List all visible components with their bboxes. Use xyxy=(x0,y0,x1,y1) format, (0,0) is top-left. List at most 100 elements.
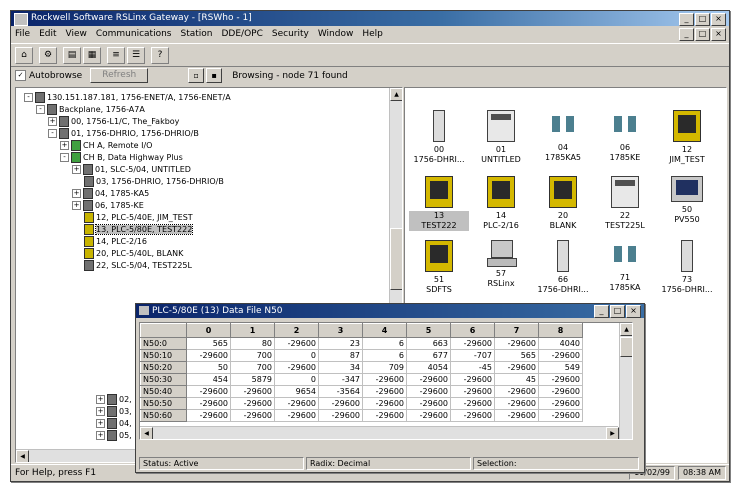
tree-node-chb[interactable]: - CH B, Data Highway Plus xyxy=(60,152,183,163)
scroll-left-icon[interactable]: ◀ xyxy=(140,427,153,439)
data-cell[interactable]: 80 xyxy=(230,337,275,350)
data-cell[interactable]: 663 xyxy=(406,337,451,350)
data-cell[interactable]: 9654 xyxy=(274,385,319,398)
device-22[interactable]: 22 TEST225L xyxy=(595,176,655,231)
tree-node-cha[interactable]: + CH A, Remote I/O xyxy=(60,140,152,151)
device-13[interactable]: 13 TEST222 xyxy=(409,176,469,231)
data-cell[interactable]: -29600 xyxy=(494,397,539,410)
data-cell[interactable]: -707 xyxy=(450,349,495,362)
data-cell[interactable]: -29600 xyxy=(494,361,539,374)
tree-node-22[interactable]: 22, SLC-5/04, TEST225L xyxy=(84,260,192,271)
minimize-button[interactable]: _ xyxy=(679,13,694,26)
tree-node-enet[interactable]: -130.151.187.181, 1756-ENET/A, 1756-ENET… xyxy=(24,92,231,103)
device-01[interactable]: 01 UNTITLED xyxy=(471,110,531,165)
menu-help[interactable]: Help xyxy=(362,29,383,39)
data-file-title-bar[interactable]: PLC-5/80E (13) Data File N50 _ □ × xyxy=(136,304,644,318)
tree-node-slc-01[interactable]: +01, SLC-5/04, UNTITLED xyxy=(72,164,191,175)
tree-node-dhrio[interactable]: -01, 1756-DHRIO, 1756-DHRIO/B xyxy=(48,128,199,139)
menu-security[interactable]: Security xyxy=(272,29,309,39)
data-monitor-icon[interactable]: ▦ xyxy=(83,46,101,64)
data-cell[interactable]: 700 xyxy=(230,361,275,374)
device-06[interactable]: 06 1785KE xyxy=(595,110,655,163)
data-cell[interactable]: -29600 xyxy=(538,397,583,410)
configure-drivers-icon[interactable]: ⚙ xyxy=(39,46,57,64)
tree-node-l1[interactable]: +00, 1756-L1/C, The_Fakboy xyxy=(48,116,179,127)
maximize-button[interactable]: □ xyxy=(695,13,710,26)
menu-view[interactable]: View xyxy=(66,29,87,39)
check-icon[interactable]: ✓ xyxy=(15,70,26,81)
device-71[interactable]: 71 1785KA xyxy=(595,240,655,293)
device-00[interactable]: 00 1756-DHRI... xyxy=(409,110,469,165)
data-cell[interactable]: -29600 xyxy=(450,337,495,350)
data-cell[interactable]: -347 xyxy=(318,373,363,386)
refresh-button[interactable]: Refresh xyxy=(90,68,149,83)
title-bar[interactable]: Rockwell Software RSLinx Gateway - [RSWh… xyxy=(11,11,729,26)
data-cell[interactable]: -29600 xyxy=(538,373,583,386)
data-cell[interactable]: 87 xyxy=(318,349,363,362)
data-cell[interactable]: 677 xyxy=(406,349,451,362)
data-cell[interactable]: -45 xyxy=(450,361,495,374)
data-cell[interactable]: 23 xyxy=(318,337,363,350)
scroll-up-icon[interactable]: ▲ xyxy=(620,323,632,336)
data-cell[interactable]: -29600 xyxy=(274,361,319,374)
data-file-radix[interactable]: Radix: Decimal xyxy=(306,457,471,470)
data-cell[interactable]: 34 xyxy=(318,361,363,374)
app-icon[interactable] xyxy=(14,13,28,26)
mdi-restore-button[interactable]: □ xyxy=(695,28,710,41)
data-cell[interactable]: 565 xyxy=(494,349,539,362)
data-cell[interactable]: -29600 xyxy=(494,409,539,422)
tree-node-12[interactable]: 12, PLC-5/40E, JIM_TEST xyxy=(84,212,193,223)
grid-vertical-scrollbar[interactable]: ▲ xyxy=(619,323,632,439)
device-50[interactable]: 50 PV550 xyxy=(657,176,717,225)
data-cell[interactable]: -29600 xyxy=(406,373,451,386)
device-57[interactable]: 57 RSLinx xyxy=(471,240,531,289)
data-grid[interactable]: 012345678 N50:0 565 80 -29600 23 6 663 -29600 -2… xyxy=(139,322,633,440)
grid-scroll-thumb[interactable] xyxy=(620,337,632,357)
help-icon[interactable]: ? xyxy=(151,46,169,64)
menu-edit[interactable]: Edit xyxy=(39,29,56,39)
data-cell[interactable]: -29600 xyxy=(186,349,231,362)
data-cell[interactable]: -29600 xyxy=(406,385,451,398)
tree-node-backplane[interactable]: - Backplane, 1756-A7A xyxy=(36,104,145,115)
data-cell[interactable]: 700 xyxy=(230,349,275,362)
tree-node-extra-05[interactable]: +05, xyxy=(96,430,132,441)
menu-window[interactable]: Window xyxy=(318,29,354,39)
tree-node-06[interactable]: +06, 1785-KE xyxy=(72,200,144,211)
tree-node-extra-04[interactable]: +04, xyxy=(96,418,132,429)
tree-node-03[interactable]: 03, 1756-DHRIO, 1756-DHRIO/B xyxy=(84,176,224,187)
data-cell[interactable]: -29600 xyxy=(274,337,319,350)
menu-communications[interactable]: Communications xyxy=(96,29,172,39)
scroll-thumb[interactable] xyxy=(390,228,402,290)
device-66[interactable]: 66 1756-DHRI... xyxy=(533,240,593,295)
large-icons-view-icon[interactable]: ▫ xyxy=(188,68,205,83)
tree-node-14[interactable]: 14, PLC-2/16 xyxy=(84,236,147,247)
data-cell[interactable]: -29600 xyxy=(494,385,539,398)
data-cell[interactable]: -3564 xyxy=(318,385,363,398)
device-51[interactable]: 51 SDFTS xyxy=(409,240,469,295)
data-file-close-button[interactable]: × xyxy=(626,305,641,318)
data-file-maximize-button[interactable]: □ xyxy=(610,305,625,318)
scroll-up-icon[interactable]: ▲ xyxy=(390,88,402,101)
data-cell[interactable]: -29600 xyxy=(274,397,319,410)
data-cell[interactable]: -29600 xyxy=(538,409,583,422)
data-cell[interactable]: 0 xyxy=(274,373,319,386)
data-cell[interactable]: -29600 xyxy=(362,397,407,410)
data-cell[interactable]: -29600 xyxy=(450,385,495,398)
data-cell[interactable]: 4040 xyxy=(538,337,583,350)
data-cell[interactable]: 5879 xyxy=(230,373,275,386)
data-cell[interactable]: -29600 xyxy=(318,397,363,410)
device-04[interactable]: 04 1785KA5 xyxy=(533,110,593,163)
menu-station[interactable]: Station xyxy=(181,29,213,39)
data-cell[interactable]: -29600 xyxy=(186,409,231,422)
data-cell[interactable]: 549 xyxy=(538,361,583,374)
device-73[interactable]: 73 1756-DHRI... xyxy=(657,240,717,295)
data-cell[interactable]: 0 xyxy=(274,349,319,362)
data-cell[interactable]: -29600 xyxy=(538,349,583,362)
autobrowse-checkbox[interactable]: ✓ Autobrowse xyxy=(15,70,82,81)
data-cell[interactable]: -29600 xyxy=(406,409,451,422)
tree-node-20[interactable]: 20, PLC-5/40L, BLANK xyxy=(84,248,183,259)
data-cell[interactable]: -29600 xyxy=(362,385,407,398)
data-file-icon[interactable] xyxy=(139,306,149,315)
data-cell[interactable]: -29600 xyxy=(186,385,231,398)
scroll-right-icon[interactable]: ▶ xyxy=(606,427,619,439)
